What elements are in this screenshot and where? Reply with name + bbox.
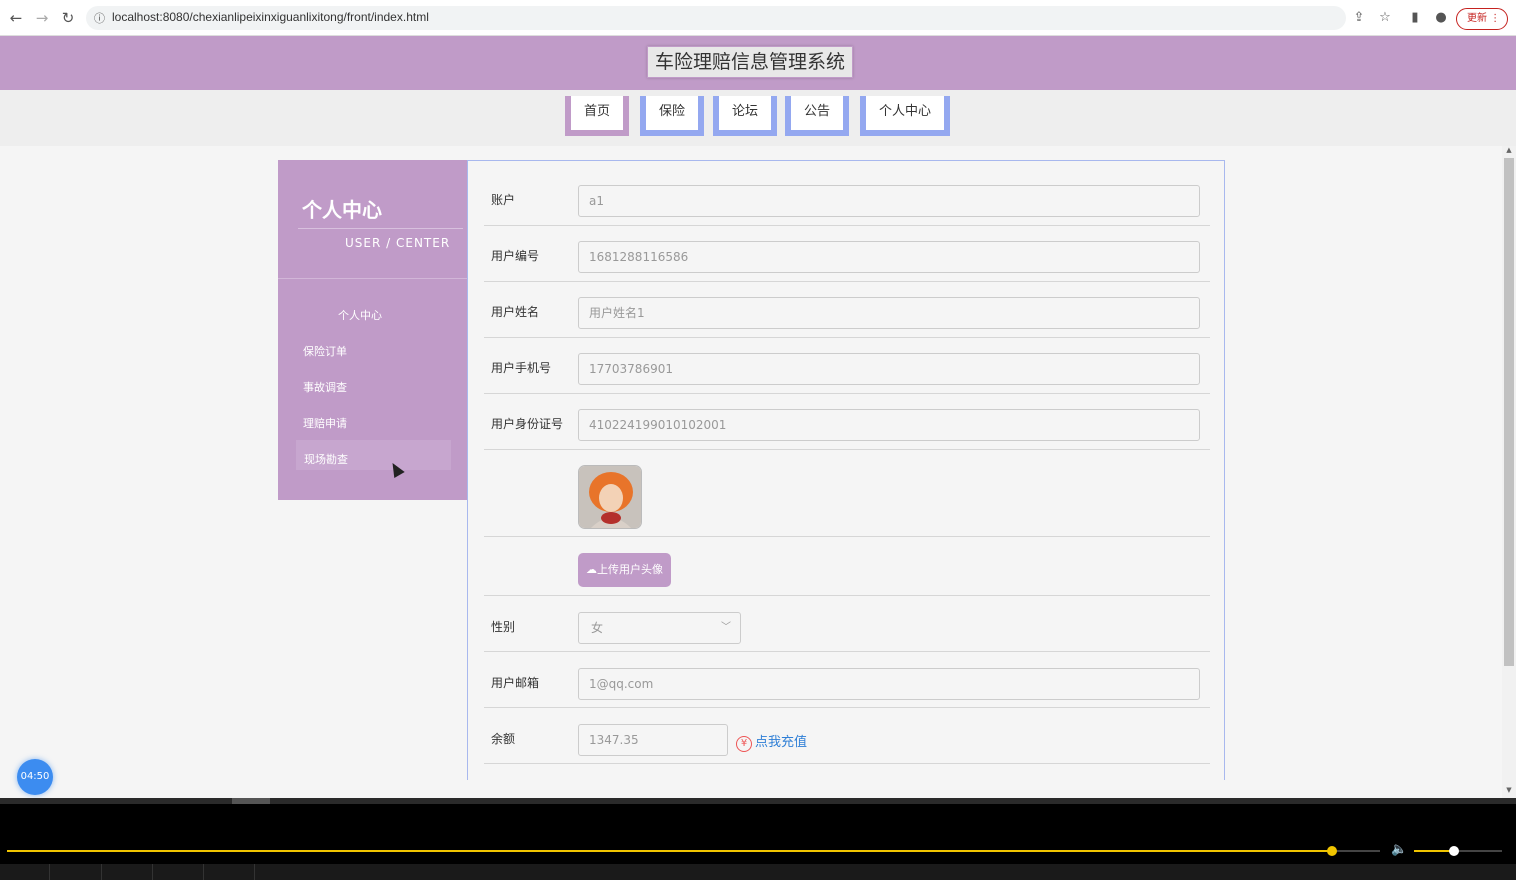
profile-icon[interactable]: ● — [1432, 9, 1450, 27]
page-viewport: 车险理赔信息管理系统 首页 保险 论坛 公告 个人中心 个人中心 USER / … — [0, 36, 1516, 798]
balance-field[interactable]: 1347.35 — [578, 724, 728, 756]
gender-selected-value: 女 — [591, 621, 604, 635]
back-icon[interactable]: ← — [6, 8, 26, 28]
playback-progress-fill — [7, 850, 1332, 852]
phone-label: 用户手机号 — [491, 361, 552, 375]
row-divider — [484, 281, 1210, 282]
player-segment-divider — [254, 864, 255, 880]
sidebar-title: 个人中心 — [302, 198, 382, 222]
recharge-link[interactable]: ¥ 点我充值 — [736, 731, 807, 752]
row-divider — [484, 536, 1210, 537]
side-panel-icon[interactable]: ▮ — [1406, 9, 1424, 27]
scroll-thumb[interactable] — [1504, 158, 1514, 666]
row-divider — [484, 449, 1210, 450]
scroll-up-icon[interactable]: ▲ — [1504, 146, 1514, 154]
user-no-field[interactable]: 1681288116586 — [578, 241, 1200, 273]
video-player-controls: 🔈 — [0, 798, 1516, 880]
profile-form: 账户 a1 用户编号 1681288116586 用户姓名 用户姓名1 用户手机… — [467, 160, 1225, 780]
nav-insurance[interactable]: 保险 — [640, 96, 704, 136]
gender-label: 性别 — [491, 620, 516, 634]
volume-slider[interactable] — [1414, 846, 1502, 856]
main-nav: 首页 保险 论坛 公告 个人中心 — [0, 90, 1516, 146]
sidebar-subtitle: USER / CENTER — [345, 236, 451, 250]
sidebar-item-accident-survey[interactable]: 事故调查 — [303, 379, 347, 395]
sidebar-divider — [298, 228, 463, 229]
player-strip-marker — [232, 798, 270, 804]
row-divider — [484, 337, 1210, 338]
cloud-upload-icon: ☁ — [586, 563, 597, 576]
sidebar-divider — [278, 278, 467, 279]
site-header: 车险理赔信息管理系统 — [0, 36, 1516, 90]
forward-icon[interactable]: → — [32, 8, 52, 28]
player-bottom-bar — [0, 864, 1516, 880]
user-no-label: 用户编号 — [491, 249, 540, 263]
sidebar-item-site-inspection[interactable]: 现场勘查 — [304, 451, 348, 467]
sidebar-item-user-center[interactable]: 个人中心 — [338, 307, 382, 323]
reload-icon[interactable]: ↻ — [58, 8, 78, 28]
gender-select[interactable]: 女 ﹀ — [578, 612, 741, 644]
player-segment-divider — [203, 864, 204, 880]
yen-icon: ¥ — [736, 736, 752, 752]
volume-icon[interactable]: 🔈 — [1391, 842, 1407, 857]
page-scrollbar[interactable]: ▲ ▼ — [1502, 146, 1516, 798]
row-divider — [484, 707, 1210, 708]
upload-avatar-button[interactable]: ☁上传用户头像 — [578, 553, 671, 587]
address-bar[interactable]: ⓘ localhost:8080/chexianlipeixinxiguanli… — [86, 6, 1346, 30]
email-field[interactable]: 1@qq.com — [578, 668, 1200, 700]
update-button[interactable]: 更新 ⋮ — [1456, 8, 1508, 30]
playback-progress-knob[interactable] — [1326, 846, 1337, 856]
upload-avatar-label: 上传用户头像 — [597, 563, 663, 576]
account-field[interactable]: a1 — [578, 185, 1200, 217]
balance-label: 余额 — [491, 732, 516, 746]
nav-home[interactable]: 首页 — [565, 96, 629, 136]
avatar-photo — [579, 466, 641, 528]
scroll-down-icon[interactable]: ▼ — [1504, 786, 1514, 794]
volume-fill — [1414, 850, 1454, 852]
sidebar-item-insurance-orders[interactable]: 保险订单 — [303, 343, 347, 359]
phone-field[interactable]: 17703786901 — [578, 353, 1200, 385]
player-top-strip — [0, 798, 1516, 804]
playback-progress-bar[interactable] — [7, 846, 1380, 856]
row-divider — [484, 393, 1210, 394]
email-label: 用户邮箱 — [491, 676, 540, 690]
nav-user-center[interactable]: 个人中心 — [860, 96, 950, 136]
player-segment-divider — [49, 864, 50, 880]
avatar — [578, 465, 642, 529]
nav-forum[interactable]: 论坛 — [713, 96, 777, 136]
account-label: 账户 — [491, 193, 516, 207]
row-divider — [484, 651, 1210, 652]
share-icon[interactable]: ⇪ — [1350, 9, 1368, 27]
row-divider — [484, 595, 1210, 596]
chevron-down-icon: ﹀ — [721, 622, 731, 633]
volume-knob[interactable] — [1448, 846, 1459, 856]
id-card-label: 用户身份证号 — [491, 417, 564, 431]
id-card-field[interactable]: 410224199010102001 — [578, 409, 1200, 441]
site-info-icon[interactable]: ⓘ — [94, 10, 105, 26]
sidebar-item-claim-application[interactable]: 理赔申请 — [303, 415, 347, 431]
row-divider — [484, 225, 1210, 226]
update-label: 更新 — [1467, 13, 1487, 24]
user-name-field[interactable]: 用户姓名1 — [578, 297, 1200, 329]
user-name-label: 用户姓名 — [491, 305, 540, 319]
browser-toolbar: ← → ↻ ⓘ localhost:8080/chexianlipeixinxi… — [0, 0, 1516, 36]
player-segment-divider — [152, 864, 153, 880]
recording-timer[interactable]: 04:50 — [17, 759, 53, 795]
bookmark-star-icon[interactable]: ☆ — [1376, 9, 1394, 27]
player-segment-divider — [101, 864, 102, 880]
user-center-sidebar: 个人中心 USER / CENTER 个人中心 保险订单 事故调查 理赔申请 现… — [278, 160, 467, 500]
row-divider — [484, 763, 1210, 764]
url-text[interactable]: localhost:8080/chexianlipeixinxiguanlixi… — [112, 10, 429, 24]
site-title: 车险理赔信息管理系统 — [647, 46, 853, 78]
nav-notice[interactable]: 公告 — [785, 96, 849, 136]
recharge-label: 点我充值 — [755, 735, 808, 750]
